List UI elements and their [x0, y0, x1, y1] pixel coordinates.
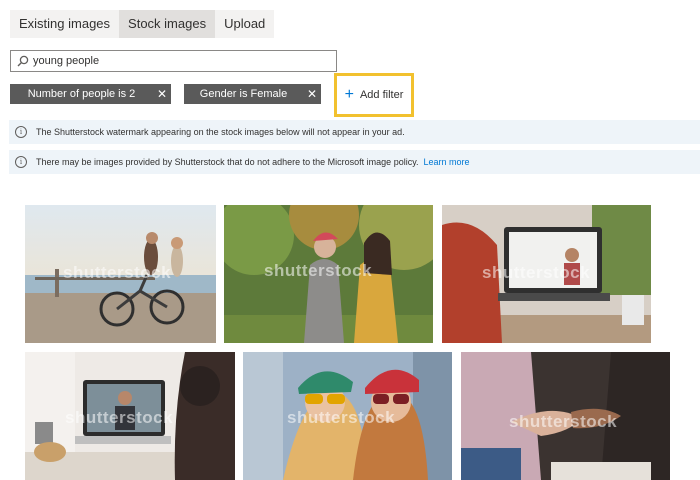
search-box	[10, 50, 337, 72]
filter-chip-number-of-people: Number of people is 2 ✕	[10, 84, 171, 104]
stock-image-friends-sunglasses[interactable]: shutterstock	[243, 352, 452, 480]
image-source-tabs: Existing images Stock images Upload	[10, 10, 275, 38]
banner-text: The Shutterstock watermark appearing on …	[36, 127, 405, 137]
remove-filter-close-icon[interactable]: ✕	[303, 87, 321, 101]
filter-chip-gender: Gender is Female ✕	[184, 84, 321, 104]
tab-stock-images[interactable]: Stock images	[119, 10, 216, 38]
info-icon: i	[15, 126, 27, 138]
plus-icon: +	[344, 86, 354, 103]
add-filter-label: Add filter	[359, 89, 404, 101]
learn-more-link[interactable]: Learn more	[424, 157, 470, 167]
stock-image-laptop-call[interactable]: shutterstock	[25, 352, 235, 480]
stock-image-cyclists-beach[interactable]: shutterstock	[25, 205, 216, 343]
remove-filter-close-icon[interactable]: ✕	[153, 87, 171, 101]
tab-existing-images[interactable]: Existing images	[10, 10, 119, 38]
add-filter-button[interactable]: + Add filter	[334, 73, 414, 117]
info-icon: i	[15, 156, 27, 168]
search-input[interactable]	[33, 51, 333, 71]
stock-image-handshake[interactable]: shutterstock	[461, 352, 670, 480]
tab-upload[interactable]: Upload	[215, 10, 274, 38]
watermark-info-banner: i The Shutterstock watermark appearing o…	[9, 120, 700, 144]
search-icon	[17, 55, 29, 67]
filter-chip-label: Number of people is 2	[27, 88, 136, 100]
stock-image-women-walking-park[interactable]: shutterstock	[224, 205, 433, 343]
stock-image-video-call-desk[interactable]: shutterstock	[442, 205, 651, 343]
policy-info-banner: i There may be images provided by Shutte…	[9, 150, 700, 174]
filter-chip-label: Gender is Female	[199, 88, 288, 100]
banner-text: There may be images provided by Shutters…	[36, 157, 419, 167]
